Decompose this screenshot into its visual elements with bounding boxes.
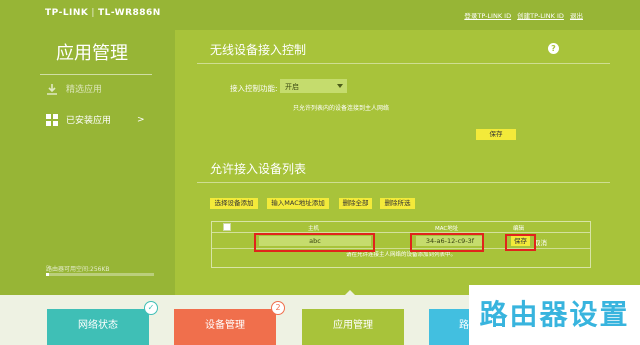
section-divider (197, 182, 610, 183)
delete-all-button[interactable]: 删除全部 (339, 198, 372, 209)
access-control-hint: 只允许列表内的设备连接到主人网络 (293, 105, 390, 112)
storage-bar (46, 273, 154, 276)
logout-link[interactable]: 退出 (570, 12, 583, 20)
main-panel: 无线设备接入控制 ? 接入控制功能: 开启 只允许列表内的设备连接到主人网络 保… (175, 30, 640, 295)
chevron-right-icon: > (137, 114, 145, 125)
allow-list-title: 允许接入设备列表 (210, 162, 307, 176)
watermark-text: 路由器设置 (469, 285, 640, 345)
column-header-mac: MAC地址 (435, 226, 459, 232)
sidebar-item-featured-apps[interactable]: 精选应用 (46, 82, 102, 95)
chevron-down-icon (337, 84, 343, 88)
table-header: 主机 MAC地址 编辑 (212, 222, 590, 233)
section-divider (197, 63, 610, 64)
sidebar: 应用管理 精选应用 已安装应用 > 路由器可用空间:256KB (0, 30, 175, 295)
active-tab-pointer (344, 290, 356, 296)
tab-label: 网络状态 (78, 320, 118, 331)
highlight-host (254, 233, 375, 252)
storage-label: 路由器可用空间:256KB (46, 266, 110, 273)
login-link[interactable]: 登录TP-LINK ID (464, 12, 511, 20)
delete-selected-button[interactable]: 删除所选 (380, 198, 415, 209)
input-mac-add-button[interactable]: 输入MAC地址添加 (267, 198, 329, 209)
tab-label: 应用管理 (333, 320, 373, 331)
save-button[interactable]: 保存 (476, 129, 516, 140)
tab-app-management[interactable]: 应用管理 (302, 309, 404, 345)
windows-grid-icon (46, 113, 58, 126)
sidebar-title: 应用管理 (56, 43, 128, 64)
device-count-badge: 2 (271, 301, 285, 315)
storage-bar-fill (46, 273, 50, 276)
sidebar-item-label: 精选应用 (66, 85, 103, 95)
tab-network-status[interactable]: 网络状态 ✓ (47, 301, 158, 345)
brand-name: TP-LINK (45, 8, 89, 18)
access-control-select[interactable]: 开启 (280, 79, 347, 93)
column-header-host: 主机 (308, 226, 320, 232)
help-icon[interactable]: ? (548, 43, 559, 54)
access-control-value: 开启 (285, 83, 299, 91)
sidebar-item-installed-apps[interactable]: 已安装应用 > (46, 113, 145, 126)
check-icon: ✓ (144, 301, 158, 315)
highlight-mac (410, 233, 484, 252)
access-control-title: 无线设备接入控制 (210, 43, 307, 57)
tab-label: 设备管理 (205, 320, 245, 331)
tab-routing[interactable]: 路 (429, 309, 469, 345)
highlight-save (505, 234, 536, 251)
column-header-edit: 编辑 (513, 226, 525, 232)
access-control-label: 接入控制功能: (230, 84, 278, 93)
download-icon (47, 83, 57, 95)
sidebar-divider (40, 74, 152, 75)
top-bar: TP-LINK | TL-WR886N 登录TP-LINK ID 创建TP-LINK… (0, 0, 640, 30)
select-device-add-button[interactable]: 选择设备添加 (210, 198, 258, 209)
model-name: TL-WR886N (97, 8, 161, 18)
account-links: 登录TP-LINK ID 创建TP-LINK ID 退出 (460, 10, 583, 20)
create-id-link[interactable]: 创建TP-LINK ID (517, 12, 564, 20)
sidebar-item-label: 已安装应用 (66, 116, 112, 126)
tab-label: 路 (459, 320, 469, 331)
tab-device-management[interactable]: 设备管理 2 (174, 301, 285, 345)
brand-logo: TP-LINK | TL-WR886N (45, 8, 161, 18)
select-all-checkbox[interactable] (223, 223, 231, 231)
